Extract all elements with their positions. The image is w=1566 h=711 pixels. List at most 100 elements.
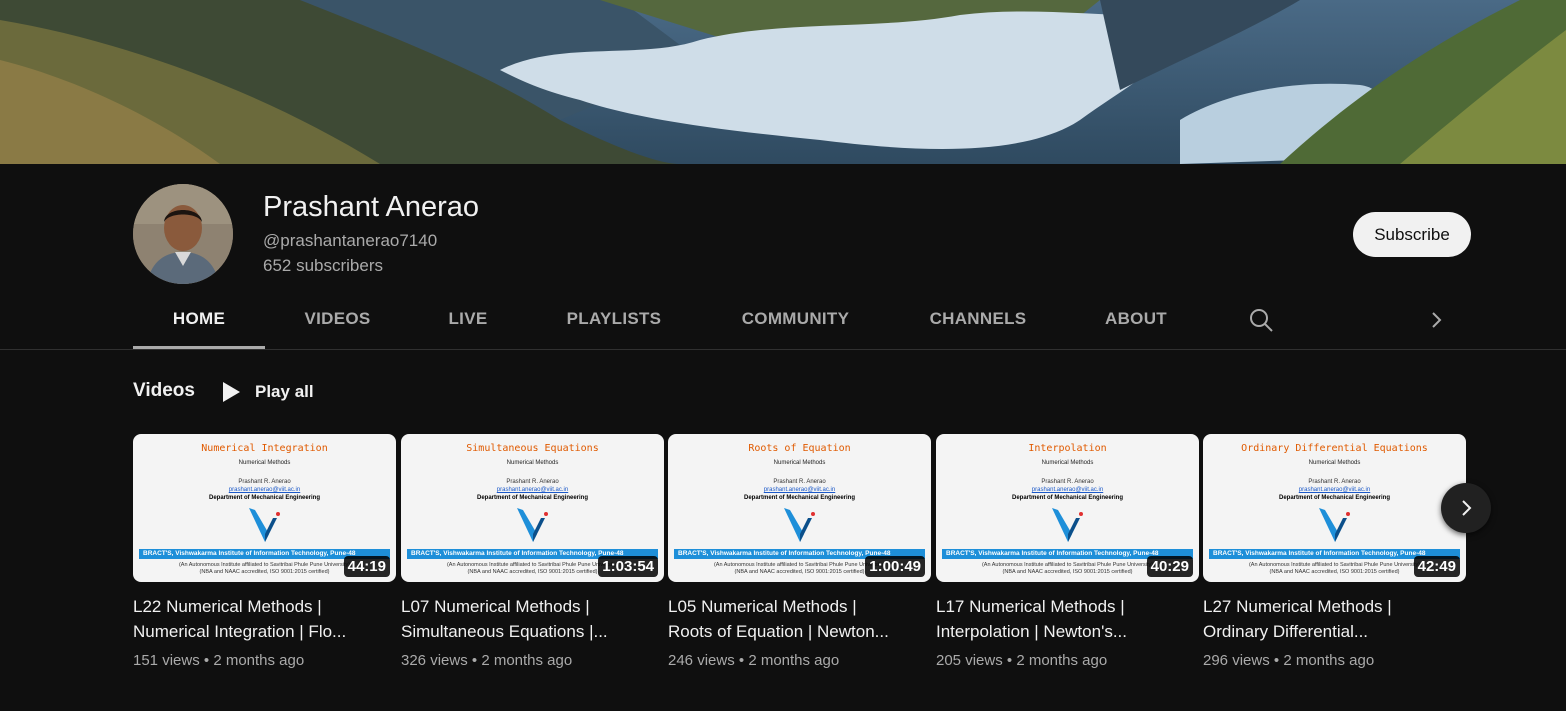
video-title-line2[interactable]: Interpolation | Newton's... — [936, 619, 1199, 644]
meta-separator: • — [471, 652, 478, 669]
video-title-line1[interactable]: L22 Numerical Methods | — [133, 594, 396, 619]
video-meta: 151 views • 2 months ago — [133, 652, 396, 669]
thumbnail-subtitle: Numerical Methods — [506, 460, 559, 466]
thumbnail-author-block: Prashant R. Anerao prashant.anerao@viit.… — [668, 478, 931, 502]
meta-separator: • — [203, 652, 210, 669]
video-card[interactable]: Interpolation Numerical Methods Prashant… — [936, 434, 1199, 669]
duration-badge: 1:00:49 — [865, 556, 925, 577]
video-meta: 296 views • 2 months ago — [1203, 652, 1466, 669]
meta-separator: • — [1273, 652, 1280, 669]
video-title-line1[interactable]: L17 Numerical Methods | — [936, 594, 1199, 619]
upload-age: 2 months ago — [481, 652, 573, 669]
channel-avatar[interactable] — [133, 184, 233, 284]
thumbnail-department: Department of Mechanical Engineering — [208, 495, 321, 501]
institute-logo-icon — [249, 508, 280, 542]
video-card[interactable]: Numerical Integration Numerical Methods … — [133, 434, 396, 669]
thumbnail-author: Prashant R. Anerao — [773, 479, 826, 485]
channel-banner — [0, 0, 1566, 164]
video-title-line2[interactable]: Roots of Equation | Newton... — [668, 619, 931, 644]
channel-handle: @prashantanerao7140 — [263, 231, 438, 250]
thumbnail-author-block: Prashant R. Anerao prashant.anerao@viit.… — [401, 478, 664, 502]
upload-age: 2 months ago — [1016, 652, 1108, 669]
thumbnail-department: Department of Mechanical Engineering — [476, 495, 589, 501]
video-meta: 326 views • 2 months ago — [401, 652, 664, 669]
institute-logo-icon — [1319, 508, 1350, 542]
thumbnail-subtitle: Numerical Methods — [1308, 460, 1361, 466]
thumbnail-title: Interpolation — [1028, 443, 1107, 454]
thumbnail-email: prashant.anerao@viit.ac.in — [496, 487, 569, 493]
video-card[interactable]: Roots of Equation Numerical Methods Pras… — [668, 434, 931, 669]
thumbnail-author: Prashant R. Anerao — [238, 479, 291, 485]
thumbnail-email: prashant.anerao@viit.ac.in — [763, 487, 836, 493]
thumbnail-title: Roots of Equation — [748, 443, 851, 454]
view-count: 296 views — [1203, 652, 1270, 669]
video-thumbnail[interactable]: Ordinary Differential Equations Numerica… — [1203, 434, 1466, 582]
view-count: 205 views — [936, 652, 1003, 669]
thumbnail-email: prashant.anerao@viit.ac.in — [1298, 487, 1371, 493]
thumbnail-email: prashant.anerao@viit.ac.in — [228, 487, 301, 493]
video-title-line2[interactable]: Simultaneous Equations |... — [401, 619, 664, 644]
tab-community[interactable]: COMMUNITY — [728, 290, 863, 348]
thumbnail-department: Department of Mechanical Engineering — [1278, 495, 1391, 501]
video-card[interactable]: Ordinary Differential Equations Numerica… — [1203, 434, 1466, 669]
upload-age: 2 months ago — [1283, 652, 1375, 669]
institute-logo-icon — [1052, 508, 1083, 542]
channel-tabs: HOME VIDEOS LIVE PLAYLISTS COMMUNITY CHA… — [0, 290, 1566, 350]
tab-videos[interactable]: VIDEOS — [290, 290, 385, 348]
tab-live[interactable]: LIVE — [433, 290, 503, 348]
chevron-right-icon — [1462, 500, 1472, 516]
thumbnail-author: Prashant R. Anerao — [1308, 479, 1361, 485]
subscriber-count: 652 subscribers — [263, 256, 384, 275]
video-thumbnail[interactable]: Simultaneous Equations Numerical Methods… — [401, 434, 664, 582]
video-title-line1[interactable]: L07 Numerical Methods | — [401, 594, 664, 619]
meta-separator: • — [738, 652, 745, 669]
duration-badge: 1:03:54 — [598, 556, 658, 577]
tab-playlists[interactable]: PLAYLISTS — [555, 290, 673, 348]
thumbnail-title: Numerical Integration — [201, 443, 328, 454]
play-all-button[interactable]: Play all — [221, 378, 314, 406]
thumbnail-subtitle: Numerical Methods — [773, 460, 826, 466]
thumbnail-subtitle: Numerical Methods — [1041, 460, 1094, 466]
video-card[interactable]: Simultaneous Equations Numerical Methods… — [401, 434, 664, 669]
duration-badge: 42:49 — [1413, 556, 1460, 577]
channel-name: Prashant Anerao — [263, 191, 480, 223]
institute-logo-icon — [517, 508, 548, 542]
tab-home[interactable]: HOME — [133, 290, 265, 349]
upload-age: 2 months ago — [213, 652, 305, 669]
chevron-right-icon[interactable] — [1424, 307, 1448, 333]
view-count: 151 views — [133, 652, 200, 669]
video-title-line2[interactable]: Ordinary Differential... — [1203, 619, 1466, 644]
duration-badge: 44:19 — [343, 556, 390, 577]
thumbnail-department: Department of Mechanical Engineering — [1011, 495, 1124, 501]
view-count: 326 views — [401, 652, 468, 669]
play-icon — [223, 382, 240, 402]
video-thumbnail[interactable]: Roots of Equation Numerical Methods Pras… — [668, 434, 931, 582]
thumbnail-email: prashant.anerao@viit.ac.in — [1031, 487, 1104, 493]
duration-badge: 40:29 — [1146, 556, 1193, 577]
video-title-line1[interactable]: L27 Numerical Methods | — [1203, 594, 1466, 619]
search-icon[interactable] — [1248, 307, 1274, 333]
video-meta: 246 views • 2 months ago — [668, 652, 931, 669]
upload-age: 2 months ago — [748, 652, 840, 669]
tab-about[interactable]: ABOUT — [1093, 290, 1179, 348]
video-title-line2[interactable]: Numerical Integration | Flo... — [133, 619, 396, 644]
video-meta: 205 views • 2 months ago — [936, 652, 1199, 669]
video-thumbnail[interactable]: Interpolation Numerical Methods Prashant… — [936, 434, 1199, 582]
thumbnail-author-block: Prashant R. Anerao prashant.anerao@viit.… — [133, 478, 396, 502]
thumbnail-author-block: Prashant R. Anerao prashant.anerao@viit.… — [936, 478, 1199, 502]
subscribe-button[interactable]: Subscribe — [1353, 212, 1471, 257]
video-thumbnail[interactable]: Numerical Integration Numerical Methods … — [133, 434, 396, 582]
carousel-next-button[interactable] — [1441, 483, 1491, 533]
thumbnail-department: Department of Mechanical Engineering — [743, 495, 856, 501]
thumbnail-title: Ordinary Differential Equations — [1241, 443, 1428, 454]
tab-channels[interactable]: CHANNELS — [918, 290, 1038, 348]
thumbnail-author-block: Prashant R. Anerao prashant.anerao@viit.… — [1203, 478, 1466, 502]
institute-logo-icon — [784, 508, 815, 542]
play-all-label: Play all — [255, 382, 314, 401]
thumbnail-subtitle: Numerical Methods — [238, 460, 291, 466]
view-count: 246 views — [668, 652, 735, 669]
video-title-line1[interactable]: L05 Numerical Methods | — [668, 594, 931, 619]
meta-separator: • — [1006, 652, 1013, 669]
thumbnail-title: Simultaneous Equations — [466, 443, 599, 454]
thumbnail-author: Prashant R. Anerao — [506, 479, 559, 485]
